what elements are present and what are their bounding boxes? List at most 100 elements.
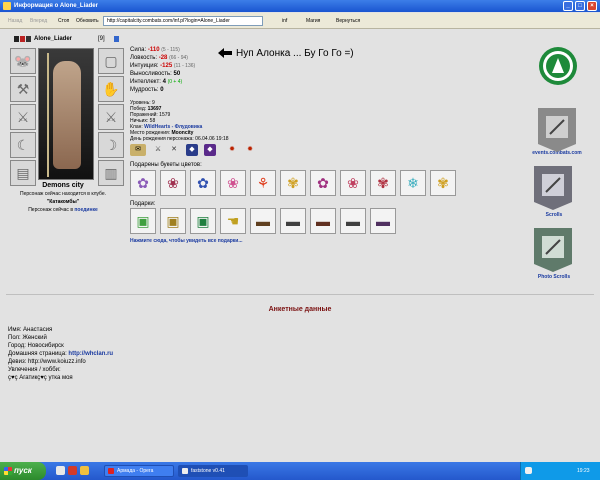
- battle-prefix: Персонаж сейчас в: [28, 207, 73, 213]
- close-button[interactable]: ×: [587, 1, 597, 11]
- browser-toolbar: Назад Вперед Стоп Обновить http://capita…: [0, 13, 600, 29]
- flower-bouquet[interactable]: ✿: [310, 170, 336, 196]
- gift-item[interactable]: ▣: [190, 208, 216, 234]
- divider: [6, 294, 594, 295]
- ring-slot[interactable]: ✋: [98, 76, 124, 102]
- rank-icon: [26, 36, 31, 42]
- gift-box-icon: ▣: [166, 213, 180, 229]
- quicklaunch-icon[interactable]: [56, 466, 65, 475]
- star-icon[interactable]: ✹: [226, 144, 238, 156]
- gift-item[interactable]: ▬: [370, 208, 396, 234]
- flowers-row: ✿ ❀ ✿ ❀ ⚘ ✾ ✿ ❀ ✾ ❄ ✾: [130, 170, 470, 200]
- gift-item[interactable]: ▬: [280, 208, 306, 234]
- flower-bouquet[interactable]: ✾: [280, 170, 306, 196]
- flower-icon: ✿: [137, 175, 149, 191]
- flower-icon: ✾: [437, 175, 449, 191]
- stat-agility: Ловкость: -28 (66 - 94): [130, 55, 188, 61]
- flower-bouquet[interactable]: ✿: [190, 170, 216, 196]
- gift-item[interactable]: ☚: [220, 208, 246, 234]
- axe-icon: ⚔: [16, 109, 30, 125]
- faststone-icon: [182, 468, 188, 474]
- crossed-axes-icon[interactable]: ✕: [168, 144, 180, 156]
- shield-badge-icon[interactable]: ◆: [186, 144, 198, 156]
- inf-button[interactable]: inf: [282, 13, 287, 29]
- tray-icon[interactable]: [525, 467, 532, 474]
- tulip-icon: ⚘: [256, 175, 270, 191]
- chest-icon: ▬: [286, 213, 300, 229]
- maximize-button[interactable]: □: [575, 1, 585, 11]
- earring-slot[interactable]: ▢: [98, 48, 124, 74]
- all-gifts-link[interactable]: Нажмите сюда, чтобы увидеть все подарки.…: [130, 238, 243, 244]
- flower-bouquet[interactable]: ⚘: [250, 170, 276, 196]
- profile-city: Город: Новосибирск: [8, 343, 64, 349]
- quicklaunch-icon[interactable]: [80, 466, 89, 475]
- gift-item[interactable]: ▣: [160, 208, 186, 234]
- character-name[interactable]: Alone_Liader: [34, 34, 72, 44]
- battle-line: Персонаж сейчас в поединке: [0, 207, 126, 213]
- scrolls-link[interactable]: Scrolls: [524, 212, 584, 218]
- browser-window: Информация о Alone_Liader _ □ × Назад Вп…: [0, 0, 600, 462]
- shield-slot[interactable]: ☽: [98, 132, 124, 158]
- chest-icon: ▬: [376, 213, 390, 229]
- shield-badge-icon[interactable]: ◆: [204, 144, 216, 156]
- weapon-left-slot[interactable]: ⚔: [10, 104, 36, 130]
- sword-icon[interactable]: ⚔: [152, 144, 164, 156]
- task-faststone[interactable]: faststone v0.41: [178, 465, 248, 477]
- scroll-banner-icon[interactable]: [534, 166, 572, 210]
- stop-button[interactable]: Стоп: [58, 13, 69, 29]
- gift-item[interactable]: ▣: [130, 208, 156, 234]
- profile-homepage: Домашняя страница: http://whclan.ru: [8, 351, 114, 357]
- helmet-slot[interactable]: 🐭: [10, 48, 36, 74]
- flower-bouquet[interactable]: ✾: [430, 170, 456, 196]
- stat-wisdom: Мудрость: 0: [130, 87, 164, 93]
- location-place: "Катакомбы": [46, 199, 80, 205]
- gifts-row: ▣ ▣ ▣ ☚ ▬ ▬ ▬ ▬ ▬: [130, 208, 410, 238]
- stats-block: Сила: -110 (5 - 115) Ловкость: -28 (66 -…: [130, 46, 195, 94]
- profile-name: Имя: Анастасия: [8, 327, 53, 333]
- flower-bouquet[interactable]: ✿: [130, 170, 156, 196]
- minimize-button[interactable]: _: [563, 1, 573, 11]
- quicklaunch-icon[interactable]: [68, 466, 77, 475]
- flower-icon: ✿: [317, 175, 329, 191]
- task-opera[interactable]: Армада - Opera: [104, 465, 174, 477]
- photo-scrolls-link[interactable]: Photo Scrolls: [524, 274, 584, 280]
- weapon-right-slot[interactable]: ⚔: [98, 104, 124, 130]
- refresh-button[interactable]: Обновить: [76, 13, 99, 29]
- start-button[interactable]: пуск: [0, 462, 46, 480]
- flower-icon: ✿: [197, 175, 209, 191]
- flower-bouquet[interactable]: ❀: [340, 170, 366, 196]
- battle-link[interactable]: поединке: [74, 207, 97, 213]
- chest-icon: ▬: [346, 213, 360, 229]
- character-avatar: [38, 48, 94, 180]
- axe-icon: ⚔: [104, 109, 118, 125]
- forward-button[interactable]: Вперед: [30, 13, 47, 29]
- flower-bouquet[interactable]: ❄: [400, 170, 426, 196]
- claw-icon: ☽: [104, 137, 118, 153]
- taskbar: пуск Армада - Opera faststone v0.41 19:2…: [0, 462, 600, 480]
- gift-item[interactable]: ▬: [250, 208, 276, 234]
- necklace-slot[interactable]: ⚒: [10, 76, 36, 102]
- return-button[interactable]: Вернуться: [336, 13, 360, 29]
- boots-icon: ▥: [104, 165, 118, 181]
- scroll-icon[interactable]: ✉: [130, 144, 146, 156]
- star-icon[interactable]: ✹: [244, 144, 256, 156]
- tablet-icon: ▤: [16, 165, 30, 181]
- gift-item[interactable]: ▬: [310, 208, 336, 234]
- back-button[interactable]: Назад: [8, 13, 22, 29]
- events-logo-icon[interactable]: [538, 46, 578, 86]
- flower-bouquet[interactable]: ✾: [370, 170, 396, 196]
- armor-slot[interactable]: ☾: [10, 132, 36, 158]
- photo-scroll-banner-icon[interactable]: [534, 228, 572, 272]
- magic-button[interactable]: Магия: [306, 13, 320, 29]
- flower-bouquet[interactable]: ❀: [160, 170, 186, 196]
- hand-icon: ☚: [226, 213, 240, 229]
- character-figure: [53, 61, 81, 169]
- character-level: [9]: [98, 36, 105, 42]
- profile-motto: Девиз: http://www.koiuzz.info: [8, 359, 86, 365]
- flower-bouquet[interactable]: ❀: [220, 170, 246, 196]
- gift-item[interactable]: ▬: [340, 208, 366, 234]
- address-input[interactable]: http://capitalcity.combats.com/inf.pl?lo…: [103, 16, 263, 26]
- scroll-banner-icon[interactable]: [538, 108, 576, 152]
- info-icon[interactable]: [114, 36, 119, 42]
- spear-icon: [47, 53, 49, 177]
